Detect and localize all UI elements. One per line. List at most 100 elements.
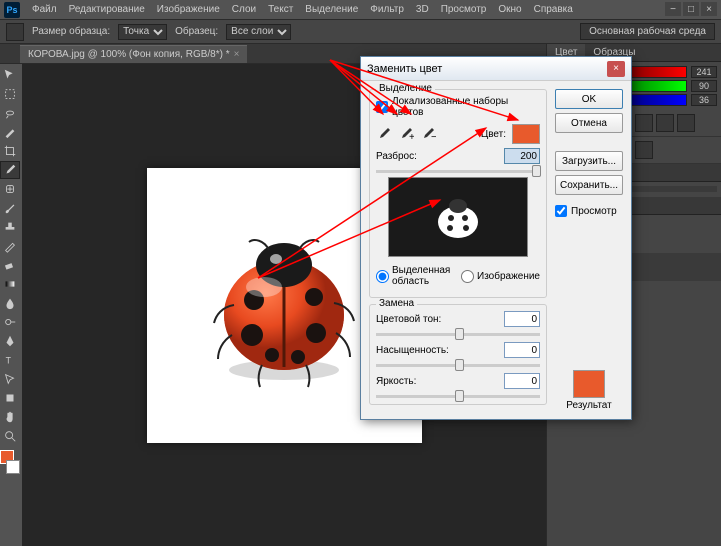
menu-view[interactable]: Просмотр: [441, 4, 487, 15]
menu-layers[interactable]: Слои: [232, 4, 256, 15]
adj-icon-5[interactable]: [635, 114, 653, 132]
replace-color-dialog: Заменить цвет × Выделение Локализованные…: [360, 56, 632, 420]
brush-tool[interactable]: [0, 199, 20, 217]
r-value[interactable]: 241: [691, 66, 717, 78]
hue-input[interactable]: [504, 311, 540, 327]
crop-tool[interactable]: [0, 142, 20, 160]
load-button[interactable]: Загрузить...: [555, 151, 623, 171]
fuzziness-slider[interactable]: [376, 170, 540, 173]
localized-checkbox-row[interactable]: Локализованные наборы цветов: [376, 96, 540, 118]
heal-tool[interactable]: [0, 180, 20, 198]
cancel-button[interactable]: Отмена: [555, 113, 623, 133]
dialog-close-button[interactable]: ×: [607, 61, 625, 77]
lasso-tool[interactable]: [0, 104, 20, 122]
lightness-label: Яркость:: [376, 376, 456, 387]
ladybug-image: [194, 215, 374, 395]
document-tab[interactable]: КОРОВА.jpg @ 100% (Фон копия, RGB/8*) * …: [20, 45, 247, 63]
saturation-slider[interactable]: [376, 364, 540, 367]
sample-select[interactable]: Все слои: [226, 24, 291, 40]
localized-label: Локализованные наборы цветов: [392, 96, 540, 118]
marquee-tool[interactable]: [0, 85, 20, 103]
svg-text:+: +: [409, 132, 414, 142]
menu-select[interactable]: Выделение: [305, 4, 358, 15]
svg-text:−: −: [431, 132, 436, 142]
dodge-tool[interactable]: [0, 313, 20, 331]
selection-legend: Выделение: [376, 83, 435, 94]
app-logo: Ps: [4, 2, 20, 18]
color-swatches[interactable]: [0, 450, 20, 474]
hue-slider[interactable]: [376, 333, 540, 336]
menu-help[interactable]: Справка: [534, 4, 573, 15]
window-maximize-button[interactable]: □: [683, 2, 699, 16]
hue-label: Цветовой тон:: [376, 314, 456, 325]
sample-size-label: Размер образца:: [32, 26, 110, 37]
ok-button[interactable]: OK: [555, 89, 623, 109]
menu-file[interactable]: Файл: [32, 4, 57, 15]
save-button[interactable]: Сохранить...: [555, 175, 623, 195]
shape-tool[interactable]: [0, 389, 20, 407]
eyedropper-icon[interactable]: [376, 126, 392, 142]
history-brush-tool[interactable]: [0, 237, 20, 255]
blur-tool[interactable]: [0, 294, 20, 312]
eyedropper-plus-icon[interactable]: +: [398, 126, 414, 142]
replace-fieldset: Замена Цветовой тон: Насыщенность: Яркос…: [369, 304, 547, 405]
menu-image[interactable]: Изображение: [157, 4, 220, 15]
adj-icon-6[interactable]: [656, 114, 674, 132]
sample-label: Образец:: [175, 26, 218, 37]
type-tool[interactable]: T: [0, 351, 20, 369]
options-bar: Размер образца: Точка Образец: Все слои …: [0, 20, 721, 44]
fuzziness-input[interactable]: [504, 148, 540, 164]
color-swatch[interactable]: [512, 124, 540, 144]
b-value[interactable]: 36: [691, 94, 717, 106]
path-select-tool[interactable]: [0, 370, 20, 388]
stamp-tool[interactable]: [0, 218, 20, 236]
zoom-tool[interactable]: [0, 427, 20, 445]
fuzziness-label: Разброс:: [376, 151, 456, 162]
window-close-button[interactable]: ×: [701, 2, 717, 16]
radio-image[interactable]: Изображение: [461, 265, 540, 287]
preview-label: Просмотр: [571, 206, 617, 217]
preview-checkbox-row[interactable]: Просмотр: [555, 205, 623, 217]
sample-size-select[interactable]: Точка: [118, 24, 167, 40]
adj-icon-7[interactable]: [677, 114, 695, 132]
adj-icon-12[interactable]: [635, 141, 653, 159]
menu-text[interactable]: Текст: [268, 4, 293, 15]
lightness-input[interactable]: [504, 373, 540, 389]
dialog-title: Заменить цвет: [367, 63, 442, 75]
g-value[interactable]: 90: [691, 80, 717, 92]
preview-checkbox[interactable]: [555, 205, 567, 217]
menu-bar: Ps Файл Редактирование Изображение Слои …: [0, 0, 721, 20]
menu-edit[interactable]: Редактирование: [69, 4, 145, 15]
gradient-tool[interactable]: [0, 275, 20, 293]
dialog-titlebar[interactable]: Заменить цвет ×: [361, 57, 631, 81]
localized-checkbox[interactable]: [376, 101, 388, 113]
toolbox: T: [0, 64, 22, 476]
document-tab-close[interactable]: ×: [234, 49, 240, 60]
selection-fieldset: Выделение Локализованные наборы цветов +…: [369, 89, 547, 298]
menu-filter[interactable]: Фильтр: [370, 4, 404, 15]
replace-legend: Замена: [376, 298, 417, 309]
wand-tool[interactable]: [0, 123, 20, 141]
document-tab-title: КОРОВА.jpg @ 100% (Фон копия, RGB/8*) *: [28, 49, 230, 60]
move-tool[interactable]: [0, 66, 20, 84]
result-swatch[interactable]: [573, 370, 605, 398]
lightness-slider[interactable]: [376, 395, 540, 398]
eyedropper-tool[interactable]: [0, 161, 20, 179]
menu-window[interactable]: Окно: [498, 4, 521, 15]
menu-3d[interactable]: 3D: [416, 4, 429, 15]
selection-preview: [388, 177, 528, 257]
color-label: Цвет:: [481, 129, 506, 140]
saturation-label: Насыщенность:: [376, 345, 456, 356]
svg-text:T: T: [6, 356, 12, 366]
background-color-swatch[interactable]: [6, 460, 20, 474]
radio-selection[interactable]: Выделенная область: [376, 265, 451, 287]
saturation-input[interactable]: [504, 342, 540, 358]
eyedropper-minus-icon[interactable]: −: [420, 126, 436, 142]
window-minimize-button[interactable]: −: [665, 2, 681, 16]
workspace-switcher[interactable]: Основная рабочая среда: [580, 23, 715, 40]
result-label: Результат: [555, 400, 623, 411]
eraser-tool[interactable]: [0, 256, 20, 274]
hand-tool[interactable]: [0, 408, 20, 426]
pen-tool[interactable]: [0, 332, 20, 350]
active-tool-icon[interactable]: [6, 23, 24, 41]
